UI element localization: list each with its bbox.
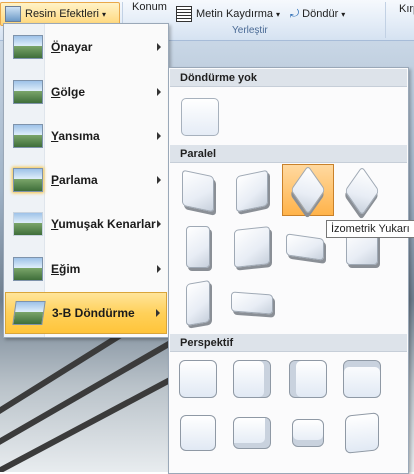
rotation-option-perspective[interactable] (175, 356, 221, 402)
menu-item-shadow[interactable]: Gölge (5, 72, 167, 112)
rotation-option-perspective[interactable] (285, 410, 331, 456)
menu-item-label: Gölge (51, 85, 86, 99)
section-header-parallel: Paralel (170, 145, 407, 163)
rotate-button[interactable]: ⤾ Döndür ▾ (286, 3, 349, 25)
rotation-preview (233, 360, 271, 398)
preset-icon (13, 35, 43, 59)
section-header-perspective: Perspektif (170, 334, 407, 352)
position-label: Konum (132, 1, 167, 13)
position-button[interactable]: Konum (128, 0, 171, 18)
rotation-option-none[interactable] (177, 94, 223, 140)
text-wrap-label: Metin Kaydırma (196, 8, 274, 20)
chevron-right-icon (157, 176, 161, 184)
rotation-option-parallel[interactable] (229, 280, 275, 326)
chevron-down-icon: ▾ (101, 9, 106, 19)
rotation-preview (231, 291, 273, 315)
menu-item-3d-rotation[interactable]: 3-B Döndürme (5, 292, 167, 334)
chevron-right-icon (157, 88, 161, 96)
chevron-right-icon (157, 265, 161, 273)
menu-item-label: Yumuşak Kenarlar (51, 217, 156, 231)
rotation-preview (181, 98, 219, 136)
rotation-preview (179, 360, 217, 398)
3d-rotation-gallery: Döndürme yok Paralel Perspektif (168, 67, 409, 474)
rotation-option-perspective[interactable] (285, 356, 331, 402)
rotate-label: Döndür (302, 8, 339, 20)
rotation-preview (186, 279, 210, 327)
menu-item-preset[interactable]: Önayar (5, 27, 167, 67)
soft-edges-icon (13, 212, 43, 236)
rotation-preview (345, 412, 379, 454)
rotation-option-perspective[interactable] (229, 410, 275, 456)
rotation-preview (343, 360, 381, 398)
menu-item-glow[interactable]: Parlama (5, 160, 167, 200)
chevron-down-icon: ▾ (276, 9, 281, 19)
rotate-icon: ⤾ (290, 7, 300, 20)
menu-item-label: Önayar (51, 40, 93, 54)
chevron-right-icon (156, 309, 160, 317)
rotation-option-perspective[interactable] (339, 410, 385, 456)
rotation-option-parallel[interactable] (175, 168, 221, 214)
rotation-preview (289, 360, 327, 398)
chevron-down-icon: ▾ (341, 9, 346, 19)
rotation-option-perspective[interactable] (339, 356, 385, 402)
picture-effects-icon (5, 6, 21, 22)
rotation-option-perspective[interactable] (175, 410, 221, 456)
chevron-right-icon (157, 43, 161, 51)
menu-item-label: Parlama (51, 173, 98, 187)
chevron-right-icon (157, 220, 161, 228)
rotation-option-parallel[interactable] (282, 224, 328, 270)
crop-label: Kırp (399, 3, 414, 15)
menu-item-soft-edges[interactable]: Yumuşak Kenarlar (5, 204, 167, 244)
rotation-preview (180, 415, 216, 451)
rotation-preview (286, 233, 324, 261)
rotation-preview (186, 226, 210, 268)
reflection-icon (13, 124, 43, 148)
3d-rotation-icon (12, 301, 46, 325)
rotation-preview (292, 419, 324, 447)
tooltip: İzometrik Yukarı (326, 220, 414, 238)
rotation-option-parallel[interactable] (229, 224, 275, 270)
rotation-preview (182, 169, 214, 213)
arrange-group-label: Yerleştir (232, 25, 268, 36)
menu-item-reflection[interactable]: Yansıma (5, 116, 167, 156)
rotation-option-perspective[interactable] (229, 356, 275, 402)
section-header-no-rotation: Döndürme yok (170, 69, 407, 87)
text-wrap-icon (176, 6, 192, 22)
crop-button[interactable]: Kırp (395, 0, 414, 20)
rotation-option-isometric-up[interactable] (282, 164, 334, 216)
rotation-option-parallel[interactable] (175, 224, 221, 270)
rotation-preview (234, 226, 270, 268)
menu-item-label: Yansıma (51, 129, 100, 143)
rotation-preview (233, 417, 271, 449)
rotation-option-parallel[interactable] (339, 166, 385, 216)
ribbon-separator (385, 2, 386, 38)
rotation-option-parallel[interactable] (175, 279, 221, 327)
picture-effects-menu: Önayar Gölge Yansıma Parlama Yumuşak Ken… (3, 23, 169, 338)
rotation-preview (344, 166, 380, 216)
menu-item-label: 3-B Döndürme (52, 306, 135, 320)
rotation-option-parallel[interactable] (229, 168, 275, 214)
picture-effects-label: Resim Efektleri (25, 8, 99, 20)
shadow-icon (13, 80, 43, 104)
text-wrap-button[interactable]: Metin Kaydırma ▾ (172, 3, 284, 25)
bevel-icon (13, 257, 43, 281)
chevron-right-icon (157, 132, 161, 140)
rotation-preview (290, 165, 326, 215)
rotation-preview (236, 169, 268, 213)
glow-icon (13, 168, 43, 192)
menu-item-bevel[interactable]: Eğim (5, 249, 167, 289)
menu-item-label: Eğim (51, 262, 81, 276)
